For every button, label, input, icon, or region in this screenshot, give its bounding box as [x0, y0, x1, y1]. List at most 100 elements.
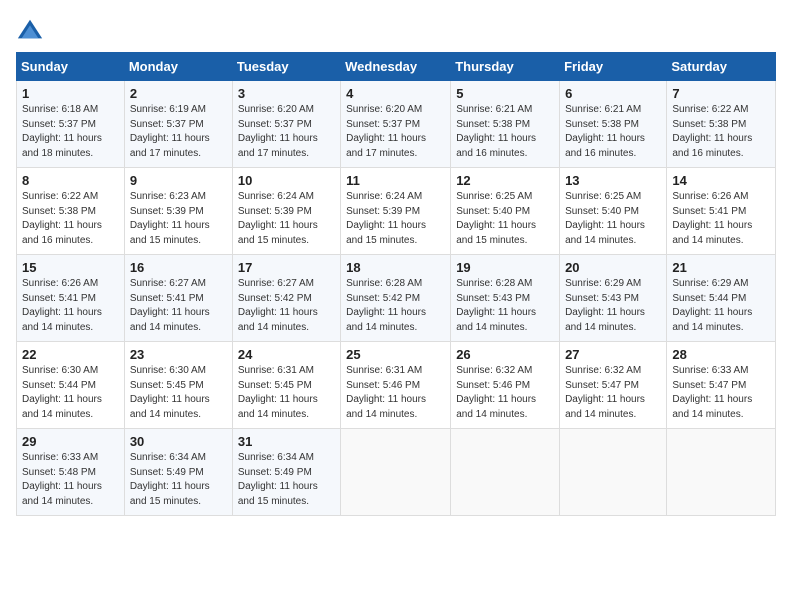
day-number: 13	[565, 173, 661, 188]
day-info: Sunrise: 6:31 AM Sunset: 5:46 PM Dayligh…	[346, 364, 445, 422]
calendar-week-3: 15 Sunrise: 6:26 AM Sunset: 5:41 PM Dayl…	[17, 255, 776, 342]
calendar-cell: 1 Sunrise: 6:18 AM Sunset: 5:37 PM Dayli…	[17, 81, 125, 168]
day-number: 17	[238, 260, 335, 275]
calendar-cell: 25 Sunrise: 6:31 AM Sunset: 5:46 PM Dayl…	[341, 342, 451, 429]
day-info: Sunrise: 6:27 AM Sunset: 5:42 PM Dayligh…	[238, 277, 335, 335]
logo	[16, 16, 48, 44]
day-number: 26	[456, 347, 554, 362]
day-number: 24	[238, 347, 335, 362]
day-number: 15	[22, 260, 119, 275]
day-number: 29	[22, 434, 119, 449]
calendar-table: SundayMondayTuesdayWednesdayThursdayFrid…	[16, 52, 776, 516]
day-number: 3	[238, 86, 335, 101]
day-number: 16	[130, 260, 227, 275]
day-number: 1	[22, 86, 119, 101]
day-info: Sunrise: 6:32 AM Sunset: 5:46 PM Dayligh…	[456, 364, 554, 422]
calendar-cell: 2 Sunrise: 6:19 AM Sunset: 5:37 PM Dayli…	[124, 81, 232, 168]
calendar-cell: 6 Sunrise: 6:21 AM Sunset: 5:38 PM Dayli…	[560, 81, 667, 168]
day-info: Sunrise: 6:33 AM Sunset: 5:48 PM Dayligh…	[22, 451, 119, 509]
day-number: 18	[346, 260, 445, 275]
day-number: 10	[238, 173, 335, 188]
day-info: Sunrise: 6:31 AM Sunset: 5:45 PM Dayligh…	[238, 364, 335, 422]
day-info: Sunrise: 6:25 AM Sunset: 5:40 PM Dayligh…	[565, 190, 661, 248]
day-number: 28	[672, 347, 770, 362]
calendar-cell	[560, 429, 667, 516]
calendar-cell: 7 Sunrise: 6:22 AM Sunset: 5:38 PM Dayli…	[667, 81, 776, 168]
day-number: 20	[565, 260, 661, 275]
day-number: 8	[22, 173, 119, 188]
day-info: Sunrise: 6:32 AM Sunset: 5:47 PM Dayligh…	[565, 364, 661, 422]
col-header-thursday: Thursday	[451, 53, 560, 81]
day-info: Sunrise: 6:28 AM Sunset: 5:43 PM Dayligh…	[456, 277, 554, 335]
col-header-monday: Monday	[124, 53, 232, 81]
day-number: 31	[238, 434, 335, 449]
day-info: Sunrise: 6:27 AM Sunset: 5:41 PM Dayligh…	[130, 277, 227, 335]
day-info: Sunrise: 6:26 AM Sunset: 5:41 PM Dayligh…	[672, 190, 770, 248]
calendar-cell: 11 Sunrise: 6:24 AM Sunset: 5:39 PM Dayl…	[341, 168, 451, 255]
day-number: 4	[346, 86, 445, 101]
calendar-cell: 27 Sunrise: 6:32 AM Sunset: 5:47 PM Dayl…	[560, 342, 667, 429]
calendar-week-1: 1 Sunrise: 6:18 AM Sunset: 5:37 PM Dayli…	[17, 81, 776, 168]
calendar-cell: 30 Sunrise: 6:34 AM Sunset: 5:49 PM Dayl…	[124, 429, 232, 516]
calendar-cell: 28 Sunrise: 6:33 AM Sunset: 5:47 PM Dayl…	[667, 342, 776, 429]
day-number: 14	[672, 173, 770, 188]
calendar-cell: 23 Sunrise: 6:30 AM Sunset: 5:45 PM Dayl…	[124, 342, 232, 429]
day-number: 7	[672, 86, 770, 101]
day-info: Sunrise: 6:24 AM Sunset: 5:39 PM Dayligh…	[238, 190, 335, 248]
day-info: Sunrise: 6:34 AM Sunset: 5:49 PM Dayligh…	[130, 451, 227, 509]
page-header	[16, 16, 776, 44]
calendar-cell: 31 Sunrise: 6:34 AM Sunset: 5:49 PM Dayl…	[232, 429, 340, 516]
day-number: 30	[130, 434, 227, 449]
calendar-cell: 19 Sunrise: 6:28 AM Sunset: 5:43 PM Dayl…	[451, 255, 560, 342]
day-info: Sunrise: 6:19 AM Sunset: 5:37 PM Dayligh…	[130, 103, 227, 161]
calendar-cell: 16 Sunrise: 6:27 AM Sunset: 5:41 PM Dayl…	[124, 255, 232, 342]
calendar-week-2: 8 Sunrise: 6:22 AM Sunset: 5:38 PM Dayli…	[17, 168, 776, 255]
calendar-cell: 20 Sunrise: 6:29 AM Sunset: 5:43 PM Dayl…	[560, 255, 667, 342]
day-info: Sunrise: 6:24 AM Sunset: 5:39 PM Dayligh…	[346, 190, 445, 248]
day-number: 25	[346, 347, 445, 362]
day-info: Sunrise: 6:23 AM Sunset: 5:39 PM Dayligh…	[130, 190, 227, 248]
day-info: Sunrise: 6:29 AM Sunset: 5:44 PM Dayligh…	[672, 277, 770, 335]
calendar-cell: 15 Sunrise: 6:26 AM Sunset: 5:41 PM Dayl…	[17, 255, 125, 342]
calendar-cell: 5 Sunrise: 6:21 AM Sunset: 5:38 PM Dayli…	[451, 81, 560, 168]
day-number: 21	[672, 260, 770, 275]
day-number: 22	[22, 347, 119, 362]
calendar-cell: 22 Sunrise: 6:30 AM Sunset: 5:44 PM Dayl…	[17, 342, 125, 429]
col-header-saturday: Saturday	[667, 53, 776, 81]
day-info: Sunrise: 6:30 AM Sunset: 5:45 PM Dayligh…	[130, 364, 227, 422]
calendar-cell: 26 Sunrise: 6:32 AM Sunset: 5:46 PM Dayl…	[451, 342, 560, 429]
calendar-header: SundayMondayTuesdayWednesdayThursdayFrid…	[17, 53, 776, 81]
day-info: Sunrise: 6:34 AM Sunset: 5:49 PM Dayligh…	[238, 451, 335, 509]
day-number: 23	[130, 347, 227, 362]
calendar-week-5: 29 Sunrise: 6:33 AM Sunset: 5:48 PM Dayl…	[17, 429, 776, 516]
day-number: 2	[130, 86, 227, 101]
calendar-week-4: 22 Sunrise: 6:30 AM Sunset: 5:44 PM Dayl…	[17, 342, 776, 429]
day-number: 5	[456, 86, 554, 101]
day-info: Sunrise: 6:21 AM Sunset: 5:38 PM Dayligh…	[565, 103, 661, 161]
logo-icon	[16, 16, 44, 44]
day-info: Sunrise: 6:21 AM Sunset: 5:38 PM Dayligh…	[456, 103, 554, 161]
calendar-cell: 8 Sunrise: 6:22 AM Sunset: 5:38 PM Dayli…	[17, 168, 125, 255]
day-info: Sunrise: 6:20 AM Sunset: 5:37 PM Dayligh…	[346, 103, 445, 161]
day-info: Sunrise: 6:20 AM Sunset: 5:37 PM Dayligh…	[238, 103, 335, 161]
calendar-cell: 18 Sunrise: 6:28 AM Sunset: 5:42 PM Dayl…	[341, 255, 451, 342]
day-info: Sunrise: 6:18 AM Sunset: 5:37 PM Dayligh…	[22, 103, 119, 161]
calendar-cell: 4 Sunrise: 6:20 AM Sunset: 5:37 PM Dayli…	[341, 81, 451, 168]
day-info: Sunrise: 6:25 AM Sunset: 5:40 PM Dayligh…	[456, 190, 554, 248]
calendar-cell: 10 Sunrise: 6:24 AM Sunset: 5:39 PM Dayl…	[232, 168, 340, 255]
calendar-cell: 14 Sunrise: 6:26 AM Sunset: 5:41 PM Dayl…	[667, 168, 776, 255]
day-number: 6	[565, 86, 661, 101]
day-number: 27	[565, 347, 661, 362]
day-number: 9	[130, 173, 227, 188]
col-header-friday: Friday	[560, 53, 667, 81]
calendar-cell: 29 Sunrise: 6:33 AM Sunset: 5:48 PM Dayl…	[17, 429, 125, 516]
day-number: 11	[346, 173, 445, 188]
calendar-cell: 17 Sunrise: 6:27 AM Sunset: 5:42 PM Dayl…	[232, 255, 340, 342]
calendar-cell: 24 Sunrise: 6:31 AM Sunset: 5:45 PM Dayl…	[232, 342, 340, 429]
col-header-wednesday: Wednesday	[341, 53, 451, 81]
calendar-cell: 9 Sunrise: 6:23 AM Sunset: 5:39 PM Dayli…	[124, 168, 232, 255]
calendar-cell: 13 Sunrise: 6:25 AM Sunset: 5:40 PM Dayl…	[560, 168, 667, 255]
calendar-cell: 21 Sunrise: 6:29 AM Sunset: 5:44 PM Dayl…	[667, 255, 776, 342]
day-info: Sunrise: 6:33 AM Sunset: 5:47 PM Dayligh…	[672, 364, 770, 422]
calendar-cell	[341, 429, 451, 516]
